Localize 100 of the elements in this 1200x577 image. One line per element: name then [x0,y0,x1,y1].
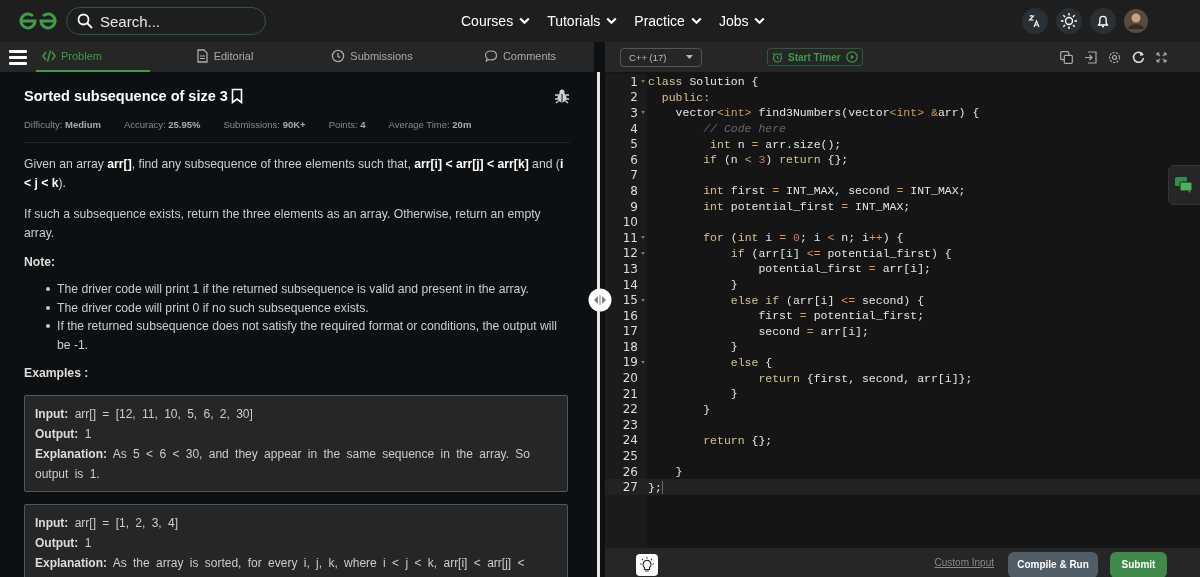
text-cursor [661,480,663,494]
tab[interactable]: Editorial [150,42,298,72]
line-number: 5 [630,137,638,152]
search-field[interactable]: Search... [66,7,266,35]
code-line: } [729,387,738,401]
line-number: 15 [622,293,638,308]
line-number: 21 [622,386,638,401]
lightbulb-icon[interactable] [636,553,658,576]
nav-menu[interactable]: Jobs [718,13,766,29]
nav-menu[interactable]: Courses [461,13,531,29]
line-number: 25 [622,449,638,464]
problem-stat: Average Time: 20m [388,119,472,130]
chevron-icon [754,17,766,25]
chevron-icon [519,17,531,25]
line-number: 22 [622,402,638,417]
alarm-clock-icon [772,51,783,63]
problem-stat: Points: 4 [328,119,366,130]
language-text: C++ (17) [629,51,667,63]
logo-icon[interactable] [18,11,58,31]
code-line: first = potential_first; [757,309,925,323]
bullet-icon [46,324,50,328]
line-number: 10 [622,215,638,230]
note-text: If the returned subsequence does not satisfy the required format or conditions, the output will be -1. [57,318,558,354]
code-icon [42,49,56,63]
line-number: 9 [630,199,638,214]
chat-button[interactable] [1168,165,1200,205]
example-text: Output: 1 [35,535,93,552]
note-text: The driver code will print 0 if no such subsequence exists. [57,299,369,317]
fold-icon[interactable] [640,80,645,84]
line-number: 7 [630,168,638,183]
nav-menu[interactable]: Tutorials [547,13,618,29]
sun-icon[interactable] [1056,8,1082,34]
avatar-icon[interactable] [1124,9,1148,33]
fold-icon[interactable] [640,298,645,302]
fullscreen-icon[interactable] [1156,51,1167,63]
code-line: return {first, second, arr[i]}; [757,371,973,385]
example-text: Explanation: As 5 < 6 < 30, and they appear in the same sequence in the array. So output is 1. [35,446,532,483]
code-line: }; [648,480,662,494]
line-number: 14 [622,277,638,292]
bell-icon[interactable] [1090,8,1116,34]
tab[interactable]: Submissions [298,42,446,72]
copy-icon[interactable] [1060,50,1073,64]
line-number: 11 [622,230,638,245]
submit-button[interactable]: Submit [1110,551,1167,577]
note-heading: Note: [24,254,57,271]
translate-icon[interactable] [1022,8,1048,34]
fold-icon[interactable] [640,236,645,240]
fold-icon[interactable] [640,361,645,364]
example-text: Output: 1 [35,426,93,443]
code-line: class Solution { [648,75,759,89]
tab[interactable]: Problem [36,42,150,72]
chat-icon [1175,177,1193,193]
code-line: if (arr[i] <= potential_first) { [729,246,952,260]
code-line: } [674,465,683,479]
chevron-icon [606,17,618,25]
line-number: 6 [630,152,638,167]
start-timer-button[interactable]: Start Timer [767,48,863,66]
resize-handle[interactable] [588,288,612,312]
note-text: The driver code will print 1 if the returned subsequence is valid and present in the array. [57,281,529,298]
custom-input-link[interactable]: Custom Input [934,557,994,568]
fold-icon[interactable] [640,111,645,115]
bookmark-icon[interactable] [230,88,243,104]
compile-run-button[interactable]: Compile & Run [1008,551,1098,577]
example-text: Input: arr[] = [12, 11, 10, 5, 6, 2, 30] [35,406,254,423]
line-number: 16 [622,308,638,323]
reset-icon[interactable] [1132,50,1145,64]
line-number: 8 [630,183,638,198]
language-select[interactable]: C++ (17) [620,47,702,67]
tab[interactable]: Comments [446,42,594,72]
bullet-icon [46,305,50,310]
play-icon [845,51,858,63]
code-line: vector<int> find3Numbers(vector<int> &arr) { [674,106,980,120]
bug-icon[interactable] [554,88,570,104]
line-number: 20 [622,371,638,386]
bullet-icon [46,287,50,291]
line-number: 23 [622,417,638,432]
code-line: int n = arr.size(); [709,137,842,151]
import-icon[interactable] [1084,50,1097,64]
description-text: If such a subsequence exists, return the three elements as an array. Otherwise, return an empty array. [24,206,542,242]
line-number: 3 [630,106,638,120]
code-line: else if (arr[i] <= second) { [729,293,925,307]
code-line: second = arr[i]; [757,324,869,338]
line-number: 19 [622,355,638,370]
line-number: 27 [622,480,638,495]
line-number: 1 [630,74,638,89]
code-line: potential_first = arr[i]; [757,262,931,276]
code-line: public: [660,90,711,104]
settings-icon[interactable] [1108,50,1121,64]
problem-stat: Accuracy: 25.95% [123,119,201,130]
examples-heading: Examples : [24,365,90,382]
nav-menu[interactable]: Practice [634,13,702,29]
line-number: 24 [622,433,638,448]
description-text: Given an array arr[], find any subsequence of three elements such that, arr[i] < arr[j] < arr[k] and (i < j < k). [24,156,565,192]
code-line: int potential_first = INT_MAX; [702,200,911,214]
line-number: 13 [622,261,638,276]
problem-stat: Submissions: 90K+ [223,119,306,130]
code-line: } [702,402,711,416]
code-line: else { [729,356,773,369]
chat-icon [483,49,498,63]
fold-icon[interactable] [640,251,645,255]
